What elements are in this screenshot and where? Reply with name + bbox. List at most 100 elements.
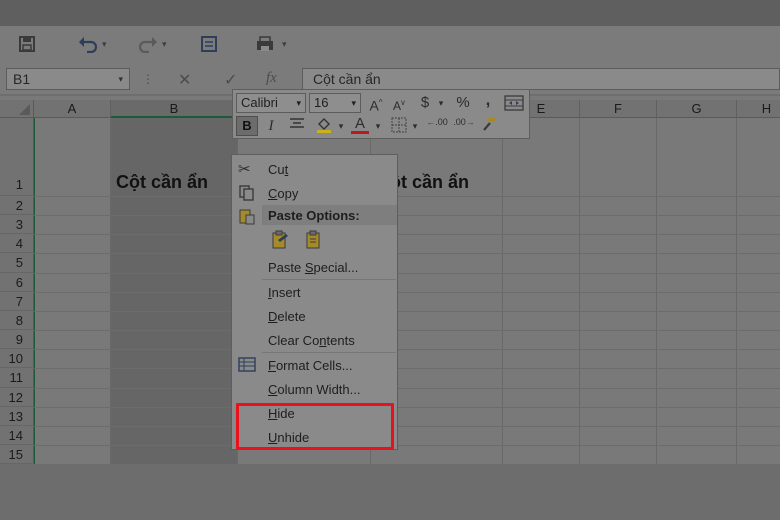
- grid-line: [34, 388, 780, 389]
- menu-item-cut[interactable]: Cut: [268, 162, 288, 177]
- chevron-down-icon[interactable]: ▾: [118, 69, 123, 89]
- menu-item-delete[interactable]: Delete: [268, 309, 306, 324]
- increase-font-size-button[interactable]: A^: [368, 93, 384, 114]
- grid-line: [110, 118, 111, 464]
- increase-decimal-button[interactable]: ←.00: [425, 116, 449, 136]
- menu-item-paste-special[interactable]: Paste Special...: [268, 260, 358, 275]
- grid-line: [34, 196, 780, 197]
- row-header-10[interactable]: 10: [0, 349, 34, 368]
- font-name-value: Calibri: [241, 95, 278, 110]
- bold-button[interactable]: B: [236, 116, 258, 136]
- chevron-down-icon[interactable]: ▾: [410, 116, 420, 136]
- hide-unhide-highlight: [236, 403, 394, 450]
- menu-item-accelerator: D: [268, 309, 278, 324]
- print-preview-icon[interactable]: ▾: [254, 32, 287, 56]
- format-painter-icon[interactable]: [480, 116, 498, 136]
- column-header-a[interactable]: A: [34, 100, 111, 118]
- cell-d1[interactable]: ột cần ẩn: [390, 172, 469, 193]
- quick-access-toolbar: ▾ ▾ ▾: [0, 26, 780, 64]
- row-header-6[interactable]: 6: [0, 273, 34, 292]
- decrease-font-size-button[interactable]: Av: [391, 93, 407, 113]
- enter-icon[interactable]: ✓: [224, 70, 237, 90]
- grid-line: [34, 407, 780, 408]
- menu-item-format-cells[interactable]: Format Cells...: [268, 358, 353, 373]
- formula-input[interactable]: Cột cần ẩn: [302, 68, 780, 90]
- cancel-icon[interactable]: ✕: [178, 70, 191, 90]
- font-color-button[interactable]: A: [351, 114, 369, 134]
- save-icon[interactable]: [18, 32, 36, 56]
- insert-function-icon[interactable]: fx: [266, 70, 277, 87]
- menu-item-label: ide: [277, 406, 295, 421]
- comma-style-button[interactable]: ,: [482, 90, 494, 110]
- row-header-14[interactable]: 14: [0, 426, 34, 445]
- menu-item-label: opy: [277, 186, 299, 201]
- grid-line: [34, 234, 780, 235]
- column-header-g[interactable]: G: [657, 100, 737, 118]
- menu-item-accelerator: H: [268, 406, 278, 421]
- copy-icon: [238, 184, 256, 206]
- row-header-4[interactable]: 4: [0, 234, 34, 253]
- font-size-value: 16: [314, 95, 329, 110]
- menu-item-insert[interactable]: Insert: [268, 285, 301, 300]
- redo-icon[interactable]: ▾: [138, 32, 167, 56]
- column-header-h[interactable]: H: [737, 100, 780, 118]
- row-header-8[interactable]: 8: [0, 311, 34, 330]
- menu-item-column-width[interactable]: Column Width...: [268, 382, 360, 397]
- chevron-down-icon[interactable]: ▾: [351, 94, 356, 112]
- name-box[interactable]: B1 ▾: [6, 68, 130, 90]
- undo-icon[interactable]: ▾: [78, 32, 107, 56]
- paste-values-icon[interactable]: [303, 230, 323, 254]
- row-header-2[interactable]: 2: [0, 196, 34, 215]
- column-header-b[interactable]: B: [111, 100, 238, 118]
- currency-format-button[interactable]: $: [418, 93, 432, 113]
- decrease-decimal-button[interactable]: .00→: [452, 116, 476, 136]
- menu-item-hide[interactable]: Hide: [268, 406, 295, 421]
- grid-line: [34, 368, 780, 369]
- menu-item-copy[interactable]: Copy: [268, 186, 298, 201]
- menu-item-label: Clear Co: [268, 333, 320, 348]
- form-icon[interactable]: [200, 32, 220, 56]
- row-header-9[interactable]: 9: [0, 330, 34, 349]
- chevron-down-icon[interactable]: ▾: [436, 93, 446, 113]
- menu-item-unhide[interactable]: Unhide: [268, 430, 309, 445]
- paste-options-header: Paste Options:: [268, 208, 360, 223]
- menu-item-label: pecial...: [313, 260, 359, 275]
- font-name-dropdown[interactable]: Calibri ▾: [236, 93, 306, 113]
- grid-line: [34, 426, 780, 427]
- menu-item-label: tents: [326, 333, 355, 348]
- paste-formatting-icon[interactable]: [270, 230, 290, 254]
- menu-item-clear-contents[interactable]: Clear Contents: [268, 333, 355, 348]
- row-header-11[interactable]: 11: [0, 368, 34, 388]
- chevron-down-icon[interactable]: ▾: [296, 94, 301, 112]
- grid-line: [34, 349, 780, 350]
- window-top-band: [0, 0, 780, 26]
- select-all-corner[interactable]: [0, 100, 34, 118]
- undo-dropdown-icon[interactable]: ▾: [102, 39, 107, 50]
- menu-item-accelerator: C: [268, 382, 278, 397]
- row-header-1[interactable]: 1: [0, 118, 34, 196]
- row-header-5[interactable]: 5: [0, 253, 34, 273]
- more-options-icon: ⋮: [142, 72, 154, 86]
- chevron-down-icon[interactable]: ▾: [336, 116, 346, 136]
- borders-icon[interactable]: [390, 117, 408, 137]
- column-header-f[interactable]: F: [580, 100, 657, 118]
- chevron-down-icon[interactable]: ▾: [373, 116, 383, 136]
- merge-center-icon[interactable]: [503, 95, 525, 111]
- redo-dropdown-icon[interactable]: ▾: [162, 39, 167, 50]
- percent-style-button[interactable]: %: [454, 93, 472, 113]
- row-header-12[interactable]: 12: [0, 388, 34, 407]
- fill-color-icon[interactable]: [314, 116, 334, 136]
- grid-line: [34, 330, 780, 331]
- menu-item-accelerator: F: [268, 358, 276, 373]
- row-header-7[interactable]: 7: [0, 292, 34, 311]
- row-header-15[interactable]: 15: [0, 445, 34, 464]
- grid-line: [34, 215, 780, 216]
- row-header-3[interactable]: 3: [0, 215, 34, 234]
- row-header-13[interactable]: 13: [0, 407, 34, 426]
- italic-button[interactable]: I: [264, 116, 278, 136]
- font-size-dropdown[interactable]: 16 ▾: [309, 93, 361, 113]
- menu-item-accelerator: n: [319, 333, 327, 348]
- align-center-icon[interactable]: [287, 116, 307, 136]
- cell-b1[interactable]: Cột cần ẩn: [116, 172, 208, 193]
- qat-customize-icon[interactable]: ▾: [282, 39, 287, 50]
